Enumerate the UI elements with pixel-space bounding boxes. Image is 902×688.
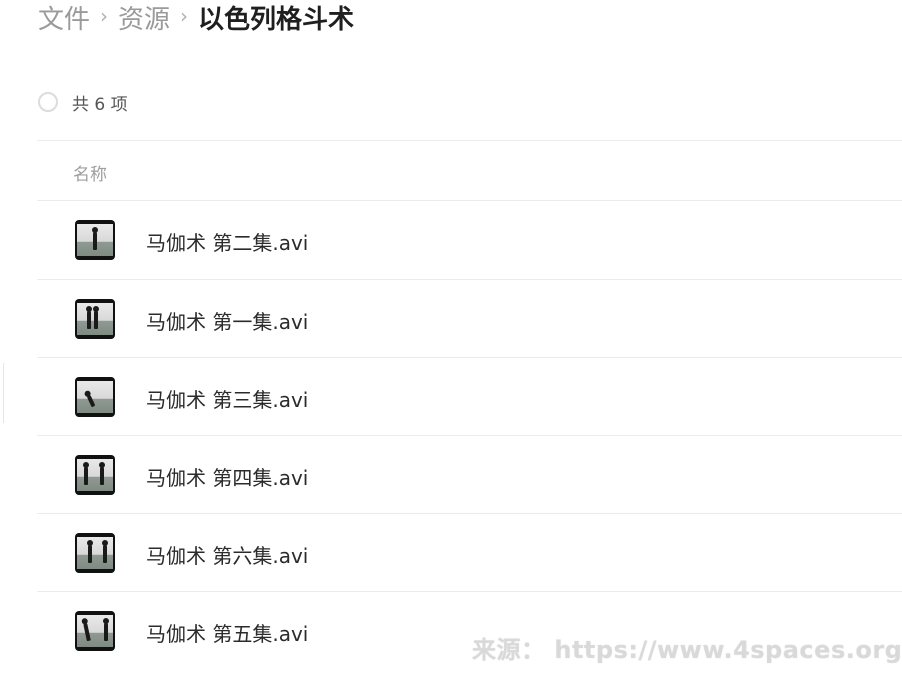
- video-thumbnail-icon: [75, 377, 115, 417]
- watermark: 来源： https://www.4spaces.org/: [472, 636, 902, 664]
- file-name[interactable]: 马伽术 第五集.avi: [146, 618, 308, 647]
- file-row[interactable]: 马伽术 第六集.avi: [37, 514, 902, 592]
- breadcrumb: 文件 › 资源 › 以色列格斗术: [38, 0, 355, 36]
- side-panel-edge[interactable]: [0, 363, 4, 423]
- file-row[interactable]: 马伽术 第三集.avi: [37, 358, 902, 436]
- column-header-name[interactable]: 名称: [73, 160, 107, 185]
- divider: [37, 140, 902, 141]
- file-name[interactable]: 马伽术 第六集.avi: [146, 540, 308, 569]
- video-thumbnail-icon: [75, 611, 115, 651]
- list-summary: 共 6 项: [38, 89, 128, 115]
- video-thumbnail-icon: [75, 533, 115, 573]
- video-thumbnail-icon: [75, 220, 115, 260]
- breadcrumb-current-folder: 以色列格斗术: [198, 4, 355, 35]
- breadcrumb-item-resources[interactable]: 资源: [118, 0, 170, 36]
- file-name[interactable]: 马伽术 第三集.avi: [146, 384, 308, 413]
- file-name[interactable]: 马伽术 第二集.avi: [146, 227, 308, 256]
- video-thumbnail-icon: [75, 299, 115, 339]
- chevron-right-icon: ›: [180, 4, 189, 28]
- file-name[interactable]: 马伽术 第四集.avi: [146, 462, 308, 491]
- item-count: 共 6 项: [72, 94, 128, 115]
- select-all-checkbox[interactable]: [38, 92, 58, 112]
- file-row[interactable]: 马伽术 第二集.avi: [37, 201, 902, 279]
- file-row[interactable]: 马伽术 第一集.avi: [37, 280, 902, 358]
- file-row[interactable]: 马伽术 第四集.avi: [37, 436, 902, 514]
- file-name[interactable]: 马伽术 第一集.avi: [146, 306, 308, 335]
- video-thumbnail-icon: [75, 455, 115, 495]
- chevron-right-icon: ›: [100, 4, 109, 28]
- breadcrumb-item-files[interactable]: 文件: [38, 0, 90, 36]
